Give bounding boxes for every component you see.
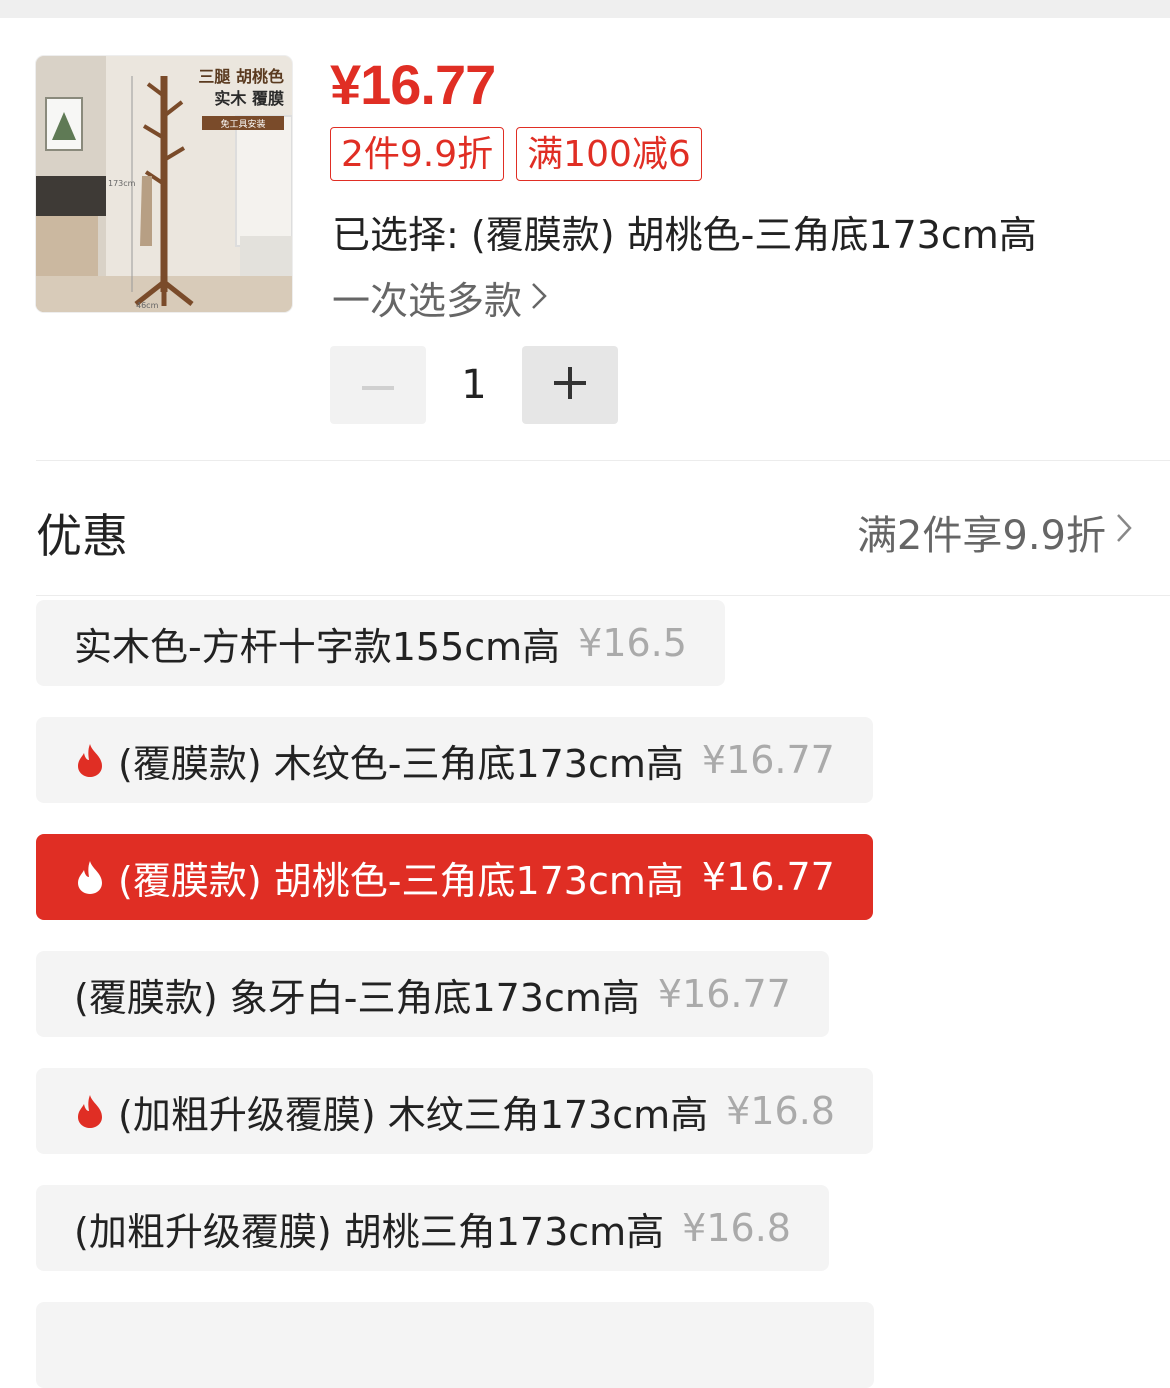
variant-price: ¥16.77: [657, 972, 791, 1016]
variant-price: ¥16.77: [701, 738, 835, 782]
variant-option[interactable]: (覆膜款) 木纹色-三角底173cm高 ¥16.77: [36, 717, 873, 803]
promo-detail: 满2件享9.9折: [856, 513, 1106, 559]
variant-price: ¥16.8: [726, 1089, 835, 1133]
divider: [36, 595, 1170, 596]
chevron-right-icon: [1114, 509, 1134, 555]
height-label: 173cm: [108, 179, 136, 188]
promo-tag: 2件9.9折: [330, 127, 505, 181]
variant-name: (覆膜款) 象牙白-三角底173cm高: [74, 975, 640, 1020]
thumb-badge: 免工具安装: [220, 118, 265, 130]
variant-option[interactable]: (加粗升级覆膜) 胡桃三角173cm高 ¥16.8: [36, 1185, 829, 1271]
promo-tag: 满100减6: [516, 127, 702, 181]
variant-option[interactable]: (加粗升级覆膜) 木纹三角173cm高 ¥16.8: [36, 1068, 873, 1154]
multi-select-link[interactable]: 一次选多款: [332, 270, 548, 325]
variant-name: (覆膜款) 木纹色-三角底173cm高: [118, 741, 684, 786]
top-bar: [0, 0, 1170, 18]
quantity-value[interactable]: 1: [426, 362, 522, 408]
variant-price: ¥16.8: [682, 1206, 791, 1250]
variant-name: (加粗升级覆膜) 胡桃三角173cm高: [74, 1209, 665, 1254]
variant-name: (覆膜款) 胡桃色-三角底173cm高: [118, 858, 684, 903]
decrease-button[interactable]: [330, 346, 426, 424]
variant-option[interactable]: 实木色-方杆十字款155cm高 ¥16.5: [36, 600, 725, 686]
multi-select-label: 一次选多款: [332, 279, 523, 323]
minus-icon: [362, 376, 394, 395]
chevron-right-icon: [530, 276, 548, 320]
plus-icon: [554, 367, 586, 403]
variant-name: (加粗升级覆膜) 木纹三角173cm高: [118, 1092, 709, 1137]
promo-detail-link[interactable]: 满2件享9.9折: [857, 503, 1134, 561]
increase-button[interactable]: [522, 346, 618, 424]
fire-icon: [74, 1093, 106, 1129]
variant-price: ¥16.5: [578, 621, 687, 665]
width-label: 46cm: [136, 301, 159, 310]
price: ¥16.77: [330, 53, 496, 116]
product-image: 173cm 46cm 三腿 胡桃色 实木 覆膜 免工具安装: [36, 56, 292, 312]
product-thumbnail[interactable]: 173cm 46cm 三腿 胡桃色 实木 覆膜 免工具安装: [36, 56, 292, 312]
fire-icon: [74, 859, 106, 895]
fire-icon: [74, 742, 106, 778]
variant-option-partial[interactable]: [36, 1302, 874, 1388]
variant-option[interactable]: (覆膜款) 象牙白-三角底173cm高 ¥16.77: [36, 951, 829, 1037]
variant-name: 实木色-方杆十字款155cm高: [74, 624, 561, 669]
promo-label: 优惠: [36, 509, 128, 563]
selected-variant: 已选择: (覆膜款) 胡桃色-三角底173cm高: [332, 213, 1037, 257]
promo-tags: 2件9.9折 满100减6: [330, 127, 702, 181]
quantity-stepper: 1: [330, 346, 618, 424]
divider: [36, 460, 1170, 461]
variant-price: ¥16.77: [701, 855, 835, 899]
thumb-text-1: 三腿 胡桃色: [198, 67, 284, 86]
thumb-text-2: 实木 覆膜: [214, 89, 284, 108]
variant-option-selected[interactable]: (覆膜款) 胡桃色-三角底173cm高 ¥16.77: [36, 834, 873, 920]
